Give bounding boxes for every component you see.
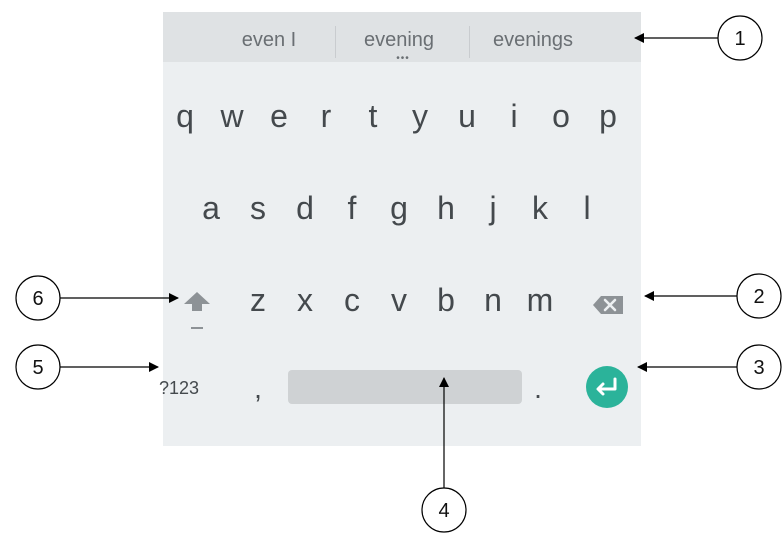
callout-layer: 1 2 3 4 5 6 [15,15,782,533]
svg-text:1: 1 [734,28,745,50]
callout-4: 4 [421,487,467,533]
svg-text:2: 2 [753,286,764,308]
svg-text:5: 5 [32,357,43,379]
callout-2: 2 [736,273,782,319]
callout-1: 1 [717,15,763,61]
svg-text:6: 6 [32,288,43,310]
callout-3: 3 [736,344,782,390]
callout-5: 5 [15,344,61,390]
callout-6: 6 [15,275,61,321]
svg-text:3: 3 [753,357,764,379]
svg-text:4: 4 [438,500,449,522]
